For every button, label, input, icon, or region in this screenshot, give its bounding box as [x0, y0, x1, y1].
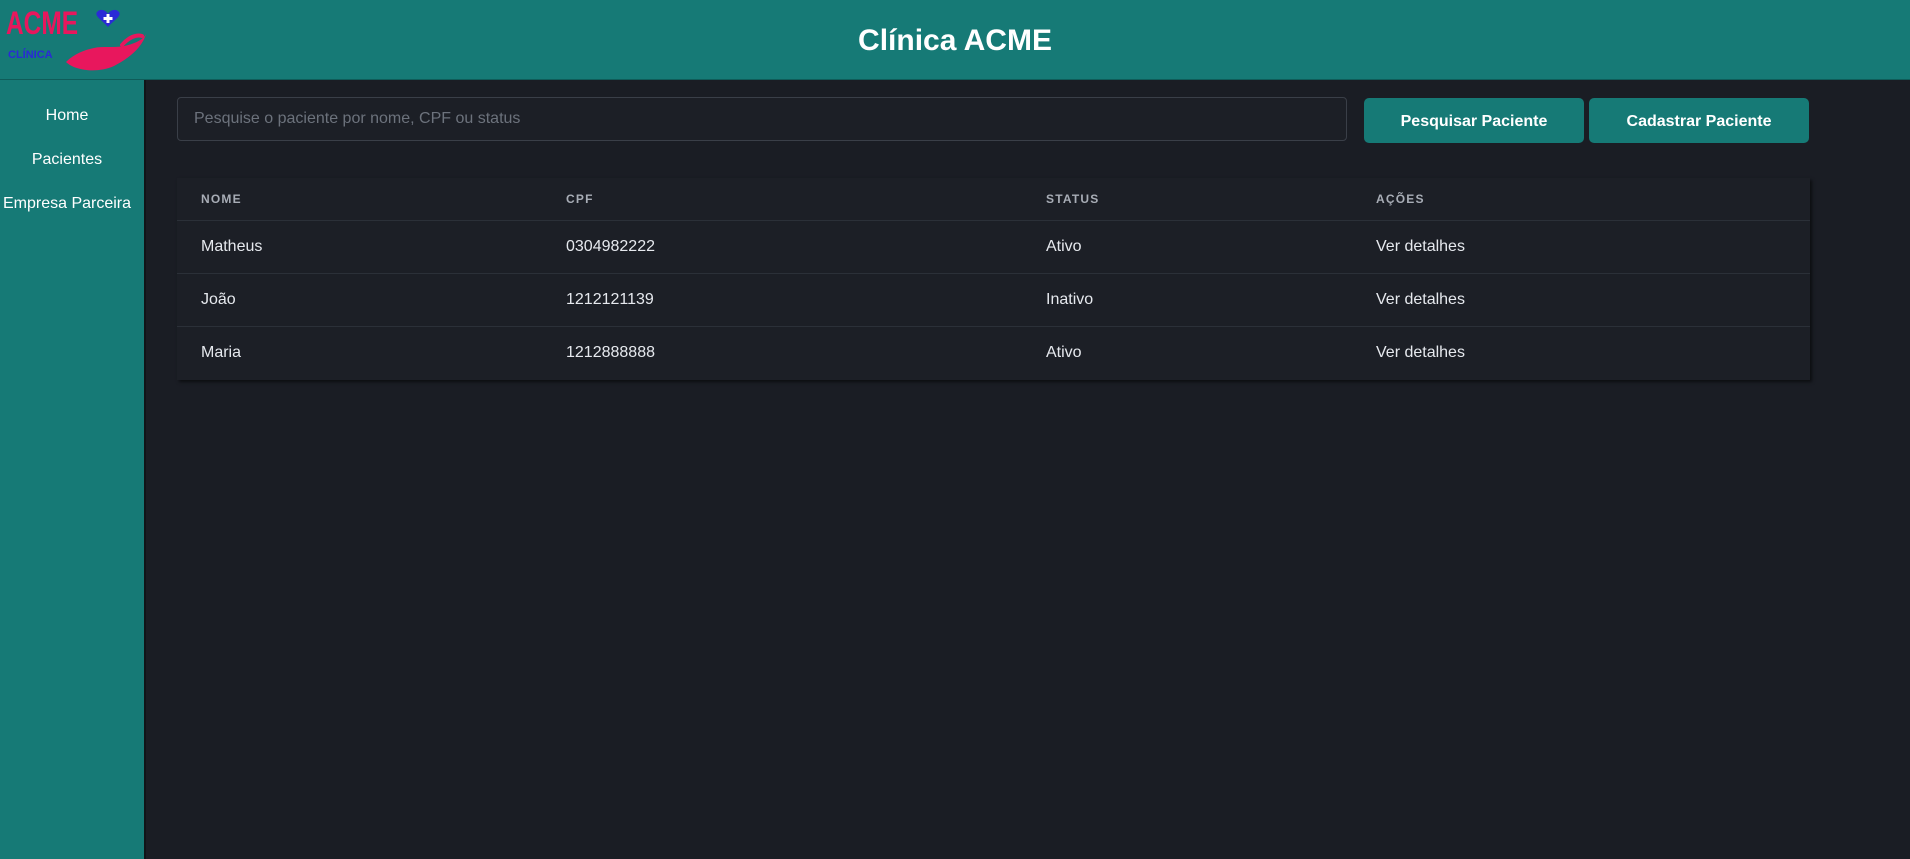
column-header-cpf: CPF — [566, 192, 594, 206]
table-row: Matheus 0304982222 Ativo Ver detalhes — [177, 220, 1810, 273]
view-details-link[interactable]: Ver detalhes — [1376, 274, 1465, 326]
sidebar-item-home[interactable]: Home — [0, 107, 134, 125]
search-patient-button[interactable]: Pesquisar Paciente — [1364, 98, 1584, 143]
column-header-status: STATUS — [1046, 192, 1100, 206]
page-title: Clínica ACME — [858, 24, 1052, 57]
cell-nome: Maria — [201, 344, 242, 361]
view-details-link[interactable]: Ver detalhes — [1376, 327, 1465, 379]
cell-cpf: 1212888888 — [566, 344, 655, 361]
column-header-nome: NOME — [201, 192, 242, 206]
sidebar: Home Pacientes Empresa Parceira — [0, 80, 146, 859]
sidebar-item-pacientes[interactable]: Pacientes — [0, 151, 134, 169]
cell-nome: João — [201, 291, 236, 308]
sidebar-item-empresa-parceira[interactable]: Empresa Parceira — [0, 195, 134, 213]
cell-status: Ativo — [1046, 344, 1082, 361]
cell-cpf: 0304982222 — [566, 238, 655, 255]
table-row: Maria 1212888888 Ativo Ver detalhes — [177, 326, 1810, 379]
table-row: João 1212121139 Inativo Ver detalhes — [177, 273, 1810, 326]
view-details-link[interactable]: Ver detalhes — [1376, 221, 1465, 273]
cell-status: Ativo — [1046, 238, 1082, 255]
register-patient-button[interactable]: Cadastrar Paciente — [1589, 98, 1809, 143]
top-header: ACME CLÍNICA Clínica ACME — [0, 0, 1910, 80]
patients-table: NOME CPF STATUS AÇÕES Matheus 0304982222… — [177, 178, 1810, 380]
cell-status: Inativo — [1046, 291, 1094, 308]
cell-cpf: 1212121139 — [566, 291, 654, 308]
cell-nome: Matheus — [201, 238, 263, 255]
search-input[interactable] — [177, 97, 1347, 141]
column-header-acoes: AÇÕES — [1376, 192, 1425, 206]
